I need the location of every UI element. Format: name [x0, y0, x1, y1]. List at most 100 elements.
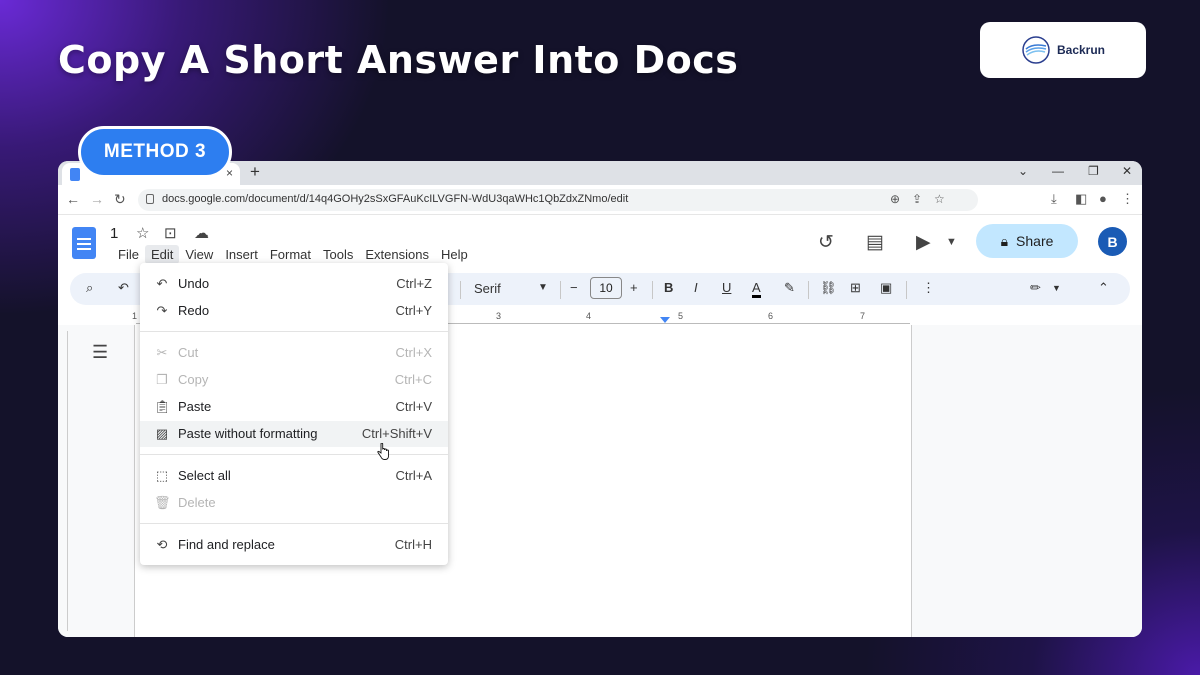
omnibox[interactable]: docs.google.com/document/d/14q4GOHy2sSxG… [138, 189, 978, 211]
insert-image-icon[interactable]: ▣ [880, 280, 892, 296]
new-tab-button[interactable]: + [250, 162, 260, 182]
tab-close-icon[interactable]: × [226, 166, 233, 180]
edit-menu-select-all[interactable]: ⬚ Select all Ctrl+A [140, 463, 448, 489]
ruler-number: 1 [132, 311, 138, 321]
menu-view[interactable]: View [179, 245, 219, 264]
brand-name: Backrun [1056, 43, 1106, 57]
edit-menu-redo[interactable]: ↷ Redo Ctrl+Y [140, 298, 448, 324]
search-menus-icon[interactable]: ⌕ [86, 280, 93, 296]
document-title[interactable]: 1 [110, 225, 118, 242]
close-window-button[interactable]: ✕ [1122, 164, 1132, 178]
lock-icon [146, 194, 154, 204]
edit-menu-cut[interactable]: ✂ Cut Ctrl+X [140, 340, 448, 366]
decrease-font-size-icon[interactable]: − [570, 280, 578, 295]
move-folder-icon[interactable]: ⊡ [164, 224, 177, 242]
toolbar-divider [808, 281, 809, 299]
share-button[interactable]: 🔒︎ Share [976, 224, 1078, 258]
bold-icon[interactable]: B [664, 280, 673, 295]
download-icon[interactable]: ⤓ [1051, 191, 1057, 207]
wave-logo-icon [1022, 36, 1050, 64]
underline-icon[interactable]: U [722, 280, 731, 295]
bookmark-star-icon[interactable]: ☆ [934, 192, 945, 206]
edit-menu-find-replace[interactable]: ⟲ Find and replace Ctrl+H [140, 532, 448, 558]
font-size-input[interactable]: 10 [590, 277, 622, 299]
minimize-button[interactable]: — [1052, 164, 1064, 178]
vertical-ruler [64, 331, 68, 631]
cloud-saved-icon: ☁ [194, 225, 209, 242]
back-arrow-icon[interactable]: ← [66, 191, 80, 207]
ruler-number: 7 [860, 311, 866, 321]
more-options-icon[interactable]: ⋮ [922, 280, 935, 296]
share-label: Share [1016, 233, 1054, 249]
editing-mode-icon[interactable]: ✏ [1030, 280, 1041, 296]
tab-search-icon[interactable]: ⌄ [1018, 164, 1028, 178]
toolbar-divider [560, 281, 561, 299]
share-page-icon[interactable]: ⇪ [912, 192, 922, 206]
forward-arrow-icon[interactable]: → [90, 191, 104, 207]
toolbar-divider [460, 281, 461, 299]
add-comment-icon[interactable]: ⊞ [850, 280, 861, 296]
toolbar-divider [906, 281, 907, 299]
reload-icon[interactable]: ↻ [114, 191, 126, 208]
menu-insert[interactable]: Insert [219, 245, 264, 264]
edit-menu-paste-without-formatting[interactable]: ▨ Paste without formatting Ctrl+Shift+V [140, 421, 448, 447]
version-history-icon[interactable]: ↺ [818, 231, 834, 254]
select-all-icon: ⬚ [155, 468, 169, 483]
docs-logo-icon[interactable] [72, 227, 96, 259]
undo-icon: ↶ [156, 276, 168, 291]
url-text: docs.google.com/document/d/14q4GOHy2sSxG… [162, 193, 629, 205]
document-outline-icon[interactable]: ☰ [92, 342, 108, 363]
star-icon[interactable]: ☆ [136, 224, 149, 242]
address-bar-row: ← → ↻ docs.google.com/document/d/14q4GOH… [58, 185, 1142, 215]
find-replace-icon: ⟲ [156, 537, 168, 552]
undo-toolbar-icon[interactable]: ↶ [118, 280, 129, 296]
docs-menubar: File Edit View Insert Format Tools Exten… [112, 245, 474, 264]
hide-menus-icon[interactable]: ⌃ [1098, 280, 1109, 296]
ruler-number: 3 [496, 311, 502, 321]
browser-menu-icon[interactable]: ⋮ [1121, 191, 1134, 207]
edit-menu-delete[interactable]: 🗑︎ Delete [140, 490, 448, 516]
edit-menu-dropdown: ↶ Undo Ctrl+Z ↷ Redo Ctrl+Y ✂ Cut Ctrl+X… [140, 263, 448, 565]
edit-menu-undo[interactable]: ↶ Undo Ctrl+Z [140, 271, 448, 297]
profile-icon[interactable]: ● [1099, 191, 1107, 206]
ruler-number: 5 [678, 311, 684, 321]
menu-divider [140, 523, 448, 524]
insert-link-icon[interactable]: ⛓ [820, 280, 837, 296]
avatar[interactable]: B [1098, 227, 1127, 256]
meet-dropdown-icon[interactable]: ▼ [946, 236, 957, 248]
menu-help[interactable]: Help [435, 245, 474, 264]
lock-icon: 🔒︎ [1000, 232, 1009, 249]
highlight-icon[interactable]: ✎ [784, 280, 795, 296]
meet-icon[interactable]: ▶ [916, 231, 931, 254]
redo-icon: ↷ [156, 303, 168, 318]
font-dropdown-icon[interactable]: ▼ [538, 282, 548, 293]
edit-menu-copy[interactable]: ❐ Copy Ctrl+C [140, 367, 448, 393]
italic-icon[interactable]: I [694, 280, 698, 295]
menu-extensions[interactable]: Extensions [359, 245, 435, 264]
ruler-number: 4 [586, 311, 592, 321]
font-family-select[interactable]: Serif [474, 281, 501, 296]
toolbar-divider [652, 281, 653, 299]
scissors-icon: ✂ [156, 345, 168, 360]
menu-format[interactable]: Format [264, 245, 317, 264]
comments-icon[interactable]: ▤ [866, 231, 884, 254]
page-headline: Copy A Short Answer Into Docs [58, 38, 739, 82]
copy-icon: ❐ [156, 372, 168, 387]
menu-divider [140, 454, 448, 455]
maximize-button[interactable]: ❐ [1088, 164, 1099, 178]
clipboard-icon: 📋︎ [154, 399, 171, 414]
sidepanel-icon[interactable]: ◧ [1075, 191, 1087, 207]
text-color-icon[interactable]: A [752, 280, 761, 298]
method-badge: METHOD 3 [78, 126, 232, 178]
indent-marker[interactable] [660, 317, 670, 323]
menu-file[interactable]: File [112, 245, 145, 264]
edit-menu-paste[interactable]: 📋︎ Paste Ctrl+V [140, 394, 448, 420]
menu-edit[interactable]: Edit [144, 245, 180, 264]
brand-badge: Backrun [980, 22, 1146, 78]
editing-mode-dropdown-icon[interactable]: ▼ [1052, 283, 1061, 293]
zoom-icon[interactable]: ⊕ [890, 192, 900, 206]
hand-pointer-icon [377, 443, 389, 460]
menu-tools[interactable]: Tools [317, 245, 359, 264]
browser-window: × + ⌄ — ❐ ✕ ← → ↻ docs.google.com/docume… [58, 161, 1142, 637]
increase-font-size-icon[interactable]: + [630, 280, 638, 295]
